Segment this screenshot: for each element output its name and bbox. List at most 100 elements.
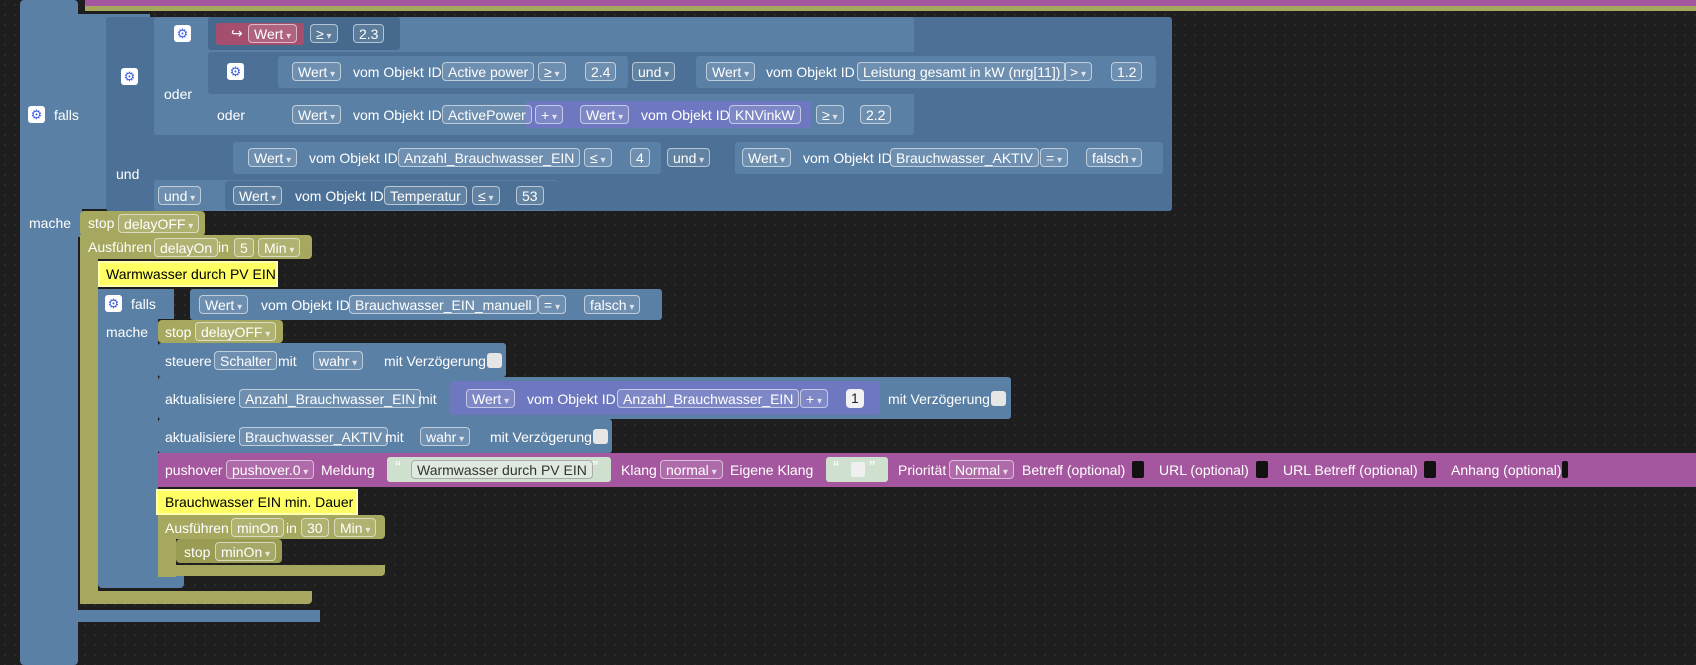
instance-dropdown[interactable]: pushover.0	[226, 460, 315, 479]
operator-dropdown[interactable]: =	[1040, 148, 1068, 167]
gear-icon[interactable]: ⚙	[174, 25, 191, 42]
object-id-field[interactable]: ActivePower	[442, 105, 532, 124]
anhang-input-slot[interactable]	[1562, 461, 1568, 478]
delay-field[interactable]: 5	[234, 238, 254, 257]
pushover-label: pushover	[165, 462, 223, 478]
delay-checkbox[interactable]	[593, 429, 608, 444]
quote-close-icon: ”	[592, 458, 598, 478]
delay-checkbox[interactable]	[991, 391, 1006, 406]
falls-label: falls	[131, 296, 156, 312]
anhang-label: Anhang (optional)	[1451, 462, 1562, 478]
sound-dropdown[interactable]: normal	[660, 460, 723, 479]
vom-objekt-id-label: vom Objekt ID	[295, 188, 384, 204]
ausfuehren-label: Ausführen	[165, 520, 229, 536]
wert-dropdown[interactable]: Wert	[706, 62, 756, 81]
custom-sound-field[interactable]	[851, 462, 865, 477]
bool-dropdown[interactable]: wahr	[420, 427, 471, 446]
object-id-field[interactable]: Schalter	[214, 351, 278, 370]
operator-dropdown[interactable]: ≥	[816, 105, 844, 124]
timeout-block-bottom	[80, 591, 312, 604]
wert-dropdown[interactable]: Wert	[292, 62, 342, 81]
stop-label: stop	[184, 544, 211, 560]
object-id-field[interactable]: Leistung gesamt in kW (nrg[11])	[857, 62, 1067, 81]
timeout-min-bottom	[158, 565, 385, 576]
threshold-field[interactable]: 2.4	[585, 62, 617, 81]
vom-objekt-id-label: vom Objekt ID	[641, 107, 730, 123]
quote-close-icon: ”	[869, 458, 875, 478]
vom-objekt-id-label: vom Objekt ID	[353, 107, 442, 123]
gear-icon[interactable]: ⚙	[121, 68, 138, 85]
wert-dropdown[interactable]: Wert	[248, 148, 298, 167]
und-label: und	[116, 166, 140, 182]
vom-objekt-id-label: vom Objekt ID	[261, 297, 350, 313]
prioritaet-label: Priorität	[898, 462, 947, 478]
unit-dropdown[interactable]: Min	[334, 518, 377, 537]
object-id-field[interactable]: Brauchwasser_AKTIV	[890, 148, 1039, 167]
object-id-field[interactable]: Anzahl_Brauchwasser_EIN	[239, 389, 422, 408]
falls-label: falls	[54, 107, 79, 123]
timeout-block-body	[80, 235, 98, 604]
wert-dropdown[interactable]: Wert	[233, 186, 283, 205]
wert-dropdown[interactable]: Wert	[742, 148, 792, 167]
gear-icon[interactable]: ⚙	[227, 63, 244, 80]
increment-field[interactable]: 1	[846, 389, 864, 408]
url-label: URL (optional)	[1159, 462, 1249, 478]
value-dropdown[interactable]: falsch	[584, 295, 641, 314]
mit-label: mit	[278, 353, 297, 369]
object-id-field[interactable]: Brauchwasser_AKTIV	[239, 427, 388, 446]
url-input-slot[interactable]	[1256, 461, 1268, 478]
message-field[interactable]: Warmwasser durch PV EIN	[411, 460, 593, 479]
priority-dropdown[interactable]: Normal	[949, 460, 1014, 479]
timer-dropdown[interactable]: minOn	[215, 542, 277, 561]
mache-label: mache	[29, 215, 72, 231]
timer-dropdown[interactable]: delayOFF	[195, 322, 277, 341]
oder-label: oder	[217, 107, 246, 123]
object-id-field[interactable]: Temperatur	[384, 186, 467, 205]
betreff-input-slot[interactable]	[1132, 461, 1144, 478]
operator-dropdown[interactable]: =	[538, 295, 566, 314]
object-id-field[interactable]: KNVinkW	[729, 105, 801, 124]
timer-name-field[interactable]: delayOn	[154, 238, 219, 257]
operator-dropdown[interactable]: ≤	[472, 186, 500, 205]
object-id-field[interactable]: Anzahl_Brauchwasser_EIN	[398, 148, 581, 167]
object-id-field[interactable]: Active power	[442, 62, 535, 81]
und-dropdown[interactable]: und	[632, 62, 676, 81]
operator-dropdown[interactable]: +	[535, 105, 563, 124]
vom-objekt-id-label: vom Objekt ID	[803, 150, 892, 166]
operator-dropdown[interactable]: >	[1064, 62, 1092, 81]
wert-dropdown[interactable]: Wert	[466, 389, 516, 408]
threshold-field[interactable]: 53	[516, 186, 544, 205]
threshold-field[interactable]: 2.2	[860, 105, 892, 124]
timer-name-field[interactable]: minOn	[231, 518, 285, 537]
threshold-field[interactable]: 2.3	[353, 24, 385, 43]
wert-dropdown[interactable]: Wert	[199, 295, 249, 314]
threshold-field[interactable]: 4	[630, 148, 650, 167]
object-id-field[interactable]: Anzahl_Brauchwasser_EIN	[617, 389, 800, 408]
return-arrow-icon: ↪	[231, 25, 243, 41]
gear-icon[interactable]: ⚙	[105, 295, 122, 312]
operator-dropdown[interactable]: +	[800, 389, 828, 408]
meldung-label: Meldung	[321, 462, 375, 478]
delay-checkbox[interactable]	[487, 353, 502, 368]
wert-dropdown[interactable]: Wert	[292, 105, 342, 124]
mit-verzoegerung-label: mit Verzögerung	[490, 429, 592, 445]
wert-dropdown[interactable]: Wert	[248, 24, 298, 43]
und-dropdown[interactable]: und	[667, 148, 711, 167]
threshold-field[interactable]: 1.2	[1111, 62, 1143, 81]
gear-icon[interactable]: ⚙	[28, 106, 45, 123]
timer-dropdown[interactable]: delayOFF	[118, 214, 200, 233]
value-dropdown[interactable]: falsch	[1086, 148, 1143, 167]
object-id-field[interactable]: Brauchwasser_EIN_manuell	[349, 295, 538, 314]
aktualisiere-label: aktualisiere	[165, 391, 236, 407]
vom-objekt-id-label: vom Objekt ID	[527, 391, 616, 407]
outer-if-bottom	[20, 610, 320, 622]
operator-dropdown[interactable]: ≤	[584, 148, 612, 167]
wert-dropdown[interactable]: Wert	[580, 105, 630, 124]
operator-dropdown[interactable]: ≥	[538, 62, 566, 81]
und-dropdown[interactable]: und	[158, 186, 202, 205]
unit-dropdown[interactable]: Min	[258, 238, 301, 257]
operator-dropdown[interactable]: ≥	[310, 24, 338, 43]
delay-field[interactable]: 30	[301, 518, 329, 537]
url-betreff-input-slot[interactable]	[1424, 461, 1436, 478]
bool-dropdown[interactable]: wahr	[313, 351, 364, 370]
